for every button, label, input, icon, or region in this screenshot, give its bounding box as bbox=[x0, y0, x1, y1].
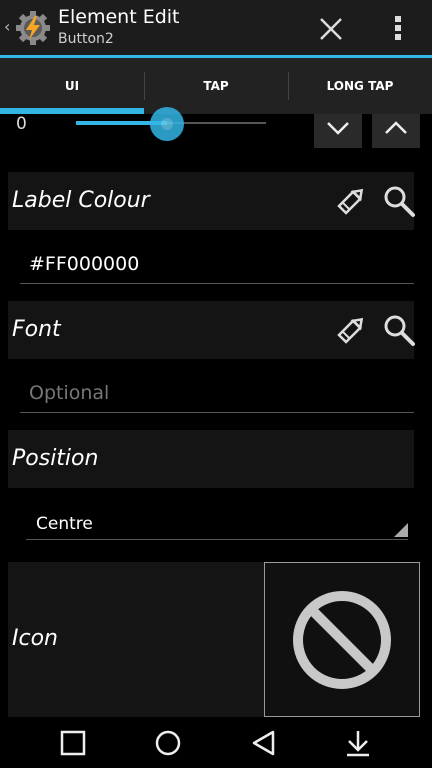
dropdown-arrow-icon bbox=[394, 523, 408, 537]
icon-heading: Icon bbox=[12, 626, 58, 651]
home-icon[interactable] bbox=[153, 728, 183, 758]
close-icon[interactable] bbox=[316, 14, 346, 44]
position-heading: Position bbox=[12, 446, 99, 471]
tab-bar: UI TAP LONG TAP bbox=[0, 58, 432, 114]
slider-thumb[interactable] bbox=[150, 107, 185, 141]
pencil-icon[interactable] bbox=[334, 313, 368, 347]
search-icon[interactable] bbox=[382, 313, 416, 347]
label-colour-field-wrapper bbox=[20, 248, 414, 284]
gear-lightning-icon[interactable] bbox=[14, 9, 52, 47]
tab-ui[interactable]: UI bbox=[0, 58, 144, 114]
more-vert-icon[interactable] bbox=[388, 12, 408, 44]
label-colour-section: Label Colour bbox=[8, 172, 416, 230]
tab-tap[interactable]: TAP bbox=[144, 58, 288, 114]
back-icon[interactable] bbox=[249, 728, 279, 758]
label-colour-heading: Label Colour bbox=[12, 188, 150, 213]
hide-keyboard-icon[interactable] bbox=[343, 728, 373, 758]
page-subtitle: Button2 bbox=[58, 31, 114, 47]
position-dropdown[interactable]: Centre bbox=[26, 508, 408, 540]
chevron-up-icon bbox=[385, 121, 407, 134]
action-bar: ‹ Element Edit Button2 bbox=[0, 0, 432, 56]
navigation-bar bbox=[0, 718, 432, 768]
tab-long-tap[interactable]: LONG TAP bbox=[288, 58, 432, 114]
increment-button[interactable] bbox=[372, 114, 420, 148]
pencil-icon[interactable] bbox=[334, 184, 368, 218]
page-title: Element Edit bbox=[58, 6, 180, 28]
font-field-wrapper bbox=[20, 377, 414, 413]
decrement-button[interactable] bbox=[314, 114, 362, 148]
icon-section: Icon bbox=[8, 562, 264, 717]
label-colour-input[interactable] bbox=[20, 248, 414, 280]
chevron-down-icon bbox=[327, 122, 349, 135]
font-heading: Font bbox=[12, 317, 61, 342]
font-input[interactable] bbox=[20, 377, 414, 409]
search-icon[interactable] bbox=[382, 184, 416, 218]
position-selected-value: Centre bbox=[36, 514, 93, 534]
back-chevron[interactable]: ‹ bbox=[4, 17, 10, 36]
font-section: Font bbox=[8, 301, 416, 359]
slider-value: 0 bbox=[16, 114, 27, 134]
icon-preview-button[interactable] bbox=[264, 562, 420, 717]
no-symbol-icon bbox=[293, 591, 391, 689]
slider-row: 0 bbox=[0, 107, 432, 150]
recents-icon[interactable] bbox=[58, 728, 88, 758]
position-section: Position bbox=[8, 430, 414, 488]
